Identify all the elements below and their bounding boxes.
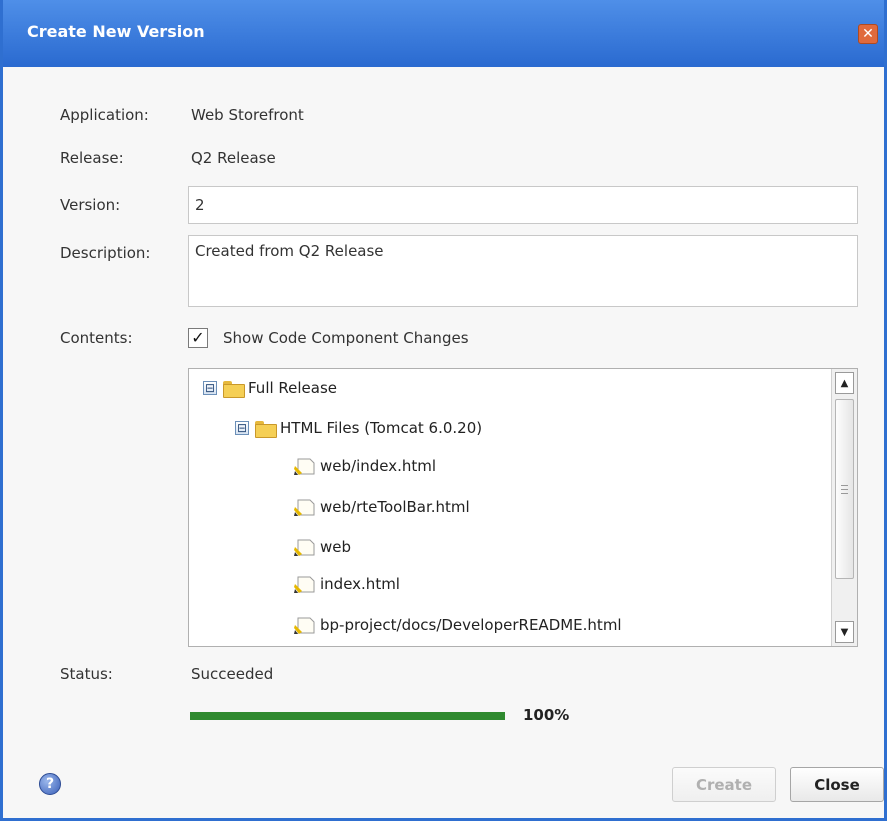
folder-icon xyxy=(255,420,277,438)
release-value: Q2 Release xyxy=(191,149,276,167)
create-button[interactable]: Create xyxy=(672,767,776,802)
html-file-icon xyxy=(293,537,317,557)
version-label: Version: xyxy=(60,196,121,214)
tree-node-file[interactable]: bp-project/docs/DeveloperREADME.html xyxy=(293,614,622,636)
create-version-dialog: Create New Version ✕ Application: Web St… xyxy=(0,0,887,821)
status-value: Succeeded xyxy=(191,665,274,683)
close-button[interactable]: Close xyxy=(790,767,884,802)
description-label: Description: xyxy=(60,244,151,262)
tree-node-file[interactable]: web/rteToolBar.html xyxy=(293,496,470,518)
dialog-title: Create New Version xyxy=(27,22,205,41)
scroll-thumb[interactable] xyxy=(835,399,854,579)
collapse-icon[interactable]: ⊟ xyxy=(235,421,249,435)
tree-node-file[interactable]: web xyxy=(293,536,351,558)
tree-node-group[interactable]: ⊟ HTML Files (Tomcat 6.0.20) xyxy=(235,417,482,439)
status-label: Status: xyxy=(60,665,113,683)
scroll-up-icon[interactable]: ▲ xyxy=(835,372,854,394)
tree-node-label: web xyxy=(320,538,352,556)
html-file-icon xyxy=(293,574,317,594)
collapse-icon[interactable]: ⊟ xyxy=(203,381,217,395)
html-file-icon xyxy=(293,456,317,476)
tree-node-label: web/index.html xyxy=(320,457,437,475)
show-changes-label: Show Code Component Changes xyxy=(223,329,469,347)
tree-node-file[interactable]: index.html xyxy=(293,573,400,595)
contents-tree: ⊟ Full Release ⊟ HTML Files (Tomcat 6.0.… xyxy=(188,368,858,647)
tree-node-file[interactable]: web/index.html xyxy=(293,455,436,477)
progress-fill xyxy=(190,712,505,720)
tree-node-label: index.html xyxy=(320,575,400,593)
contents-label: Contents: xyxy=(60,329,133,347)
application-value: Web Storefront xyxy=(191,106,304,124)
tree-node-label: HTML Files (Tomcat 6.0.20) xyxy=(280,419,483,437)
application-label: Application: xyxy=(60,106,149,124)
close-icon[interactable]: ✕ xyxy=(858,24,878,44)
tree-node-label: bp-project/docs/DeveloperREADME.html xyxy=(320,616,622,634)
release-label: Release: xyxy=(60,149,124,167)
help-icon[interactable]: ? xyxy=(39,773,61,795)
progress-text: 100% xyxy=(523,706,570,724)
show-changes-checkbox[interactable]: ✓ xyxy=(188,328,208,348)
tree-scrollbar[interactable]: ▲ ▼ xyxy=(831,369,857,646)
scroll-down-icon[interactable]: ▼ xyxy=(835,621,854,643)
description-textarea[interactable]: Created from Q2 Release xyxy=(188,235,858,307)
html-file-icon xyxy=(293,497,317,517)
progress-bar xyxy=(190,712,505,720)
html-file-icon xyxy=(293,615,317,635)
folder-icon xyxy=(223,380,245,398)
tree-node-label: Full Release xyxy=(248,379,338,397)
title-bar: Create New Version ✕ xyxy=(3,0,884,67)
tree-node-label: web/rteToolBar.html xyxy=(320,498,470,516)
tree-node-root[interactable]: ⊟ Full Release xyxy=(203,377,337,399)
grip-icon xyxy=(841,484,848,494)
version-input[interactable]: 2 xyxy=(188,186,858,224)
